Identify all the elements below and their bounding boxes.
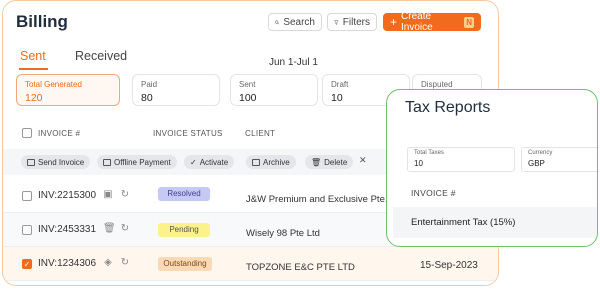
row-checkbox[interactable]: ✓	[22, 259, 32, 269]
currency-field[interactable]: Currency GBP	[521, 147, 597, 172]
tax-column-header-invoice[interactable]: INVOICE #	[411, 188, 456, 198]
total-taxes-field[interactable]: Total Taxes 10	[407, 147, 515, 172]
client-name: Wisely 98 Pte Ltd	[246, 228, 320, 239]
envelope-icon	[27, 158, 35, 166]
filter-icon	[334, 19, 339, 25]
stat-label: Sent	[239, 80, 256, 89]
create-invoice-button[interactable]: + Create Invoice N	[383, 11, 481, 33]
field-value: 10	[414, 159, 423, 168]
field-label: Currency	[528, 150, 553, 156]
search-button[interactable]: Search	[268, 13, 322, 31]
delete-button[interactable]: 🗑 Delete	[305, 155, 354, 169]
trash-icon[interactable]: 🗑	[103, 223, 116, 234]
tax-name: Entertainment Tax (15%)	[411, 217, 516, 228]
chip-label: Send Invoice	[38, 157, 85, 167]
chip-label: Offline Payment	[114, 157, 171, 167]
column-header-status[interactable]: INVOICE STATUS	[153, 129, 223, 138]
create-invoice-label: Create Invoice	[401, 11, 433, 33]
plus-icon: +	[390, 15, 398, 29]
filters-label: Filters	[342, 16, 370, 28]
field-label: Total Taxes	[414, 150, 444, 156]
stat-label: Draft	[331, 80, 349, 89]
chip-label: Activate	[199, 157, 229, 167]
status-badge: Outstanding	[158, 257, 212, 271]
send-invoice-button[interactable]: Send Invoice	[21, 155, 91, 169]
column-header-client[interactable]: CLIENT	[245, 129, 275, 138]
stat-label: Total Generated	[25, 80, 82, 89]
diamond-icon[interactable]: ◈	[103, 257, 113, 268]
stat-label: Paid	[141, 80, 158, 89]
close-icon[interactable]: ✕	[359, 155, 367, 166]
field-value: GBP	[528, 159, 545, 168]
check-icon: ✓	[190, 157, 197, 167]
archive-icon	[252, 158, 260, 166]
chip-label: Archive	[263, 157, 290, 167]
stat-sent[interactable]: Sent 100	[230, 74, 318, 106]
invoice-number: INV:2453331	[38, 224, 97, 235]
cash-icon	[103, 158, 111, 166]
refresh-icon[interactable]: ↻	[120, 223, 130, 234]
stat-total-generated[interactable]: Total Generated 120	[16, 74, 120, 106]
invoice-number: INV:1234306	[38, 258, 97, 269]
invoice-number: INV:2215300	[38, 190, 97, 201]
stat-value: 80	[141, 92, 153, 104]
stat-paid[interactable]: Paid 80	[132, 74, 220, 106]
tax-row[interactable]: Entertainment Tax (15%)	[393, 207, 597, 238]
refresh-icon[interactable]: ↻	[120, 189, 130, 200]
tab-received[interactable]: Received	[75, 49, 127, 63]
stat-value: 120	[25, 92, 43, 104]
page-title: Billing	[16, 12, 68, 31]
status-badge: Pending	[158, 223, 210, 237]
status-badge: Resolved	[158, 187, 210, 201]
active-tab-indicator	[19, 68, 48, 70]
client-name: J&W Premium and Exclusive Pte. Lt	[246, 194, 399, 205]
select-all-checkbox[interactable]	[22, 128, 32, 138]
invoice-date: 15-Sep-2023	[420, 260, 478, 271]
stat-value: 100	[239, 92, 257, 104]
tax-reports-title: Tax Reports	[405, 99, 491, 116]
row-checkbox[interactable]	[22, 225, 32, 235]
filters-button[interactable]: Filters	[327, 13, 377, 31]
document-icon[interactable]: ▣	[103, 189, 113, 200]
search-icon	[275, 20, 280, 24]
chip-label: Delete	[324, 157, 348, 167]
date-range[interactable]: Jun 1-Jul 1	[269, 57, 318, 68]
column-header-invoice[interactable]: INVOICE #	[38, 129, 80, 138]
client-name: TOPZONE E&C PTE LTD	[246, 262, 355, 273]
archive-button[interactable]: Archive	[246, 155, 296, 169]
offline-payment-button[interactable]: Offline Payment	[97, 155, 177, 169]
tax-reports-card: Tax Reports Total Taxes 10 Currency GBP …	[386, 89, 598, 247]
trash-icon: 🗑	[311, 157, 322, 167]
tab-sent[interactable]: Sent	[20, 49, 46, 63]
activate-button[interactable]: ✓ Activate	[184, 155, 235, 169]
shortcut-badge: N	[464, 16, 474, 28]
search-label: Search	[283, 16, 315, 28]
refresh-icon[interactable]: ↻	[120, 257, 130, 268]
stat-label: Disputed	[421, 80, 453, 89]
row-checkbox[interactable]	[22, 191, 32, 201]
